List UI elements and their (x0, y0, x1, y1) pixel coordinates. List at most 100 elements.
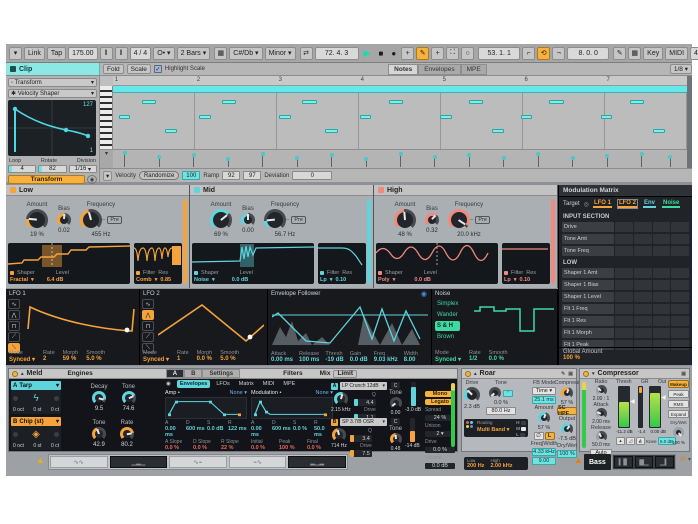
decay-knob[interactable] (92, 391, 106, 405)
mod-envelope-graph[interactable] (251, 397, 333, 419)
roll-scrollbar[interactable] (687, 76, 692, 168)
routing-select[interactable]: Multi Band ▾ (477, 427, 509, 433)
loop-start-field[interactable]: 53. 1. 1 (478, 47, 520, 60)
st-value[interactable]: 0 st (33, 407, 41, 413)
pre-button[interactable]: Pre (107, 216, 122, 224)
midi-note[interactable] (360, 115, 371, 119)
peak-button[interactable]: Peak (668, 390, 689, 398)
velocity-marker[interactable] (159, 157, 160, 167)
release-value[interactable]: 100 ms (299, 357, 319, 363)
midi-note[interactable] (222, 100, 236, 104)
velocity-shaper-xy-pad[interactable]: 127 1 (8, 100, 96, 156)
device-power-icon[interactable] (583, 371, 589, 377)
low-crossover-value[interactable]: 200 Hz (467, 463, 484, 469)
midi-note[interactable] (521, 115, 532, 119)
res-value[interactable]: 0.85 (160, 277, 171, 283)
filter-a-type-select[interactable]: LP Crunch 12dB▾ (340, 382, 387, 390)
compress-knob[interactable] (561, 387, 573, 399)
tempo-field[interactable]: 175.00 (68, 47, 97, 60)
engine-b-right-knob[interactable] (54, 432, 59, 437)
d-value[interactable]: 600 ms (272, 426, 291, 432)
level-value[interactable]: 0.0 dB (414, 277, 431, 283)
ruler-bar-number[interactable]: 5 (443, 77, 446, 83)
s-value[interactable]: 0.0 % (293, 426, 312, 432)
wrench-icon[interactable]: ✎ (561, 371, 565, 377)
ruler-bar-number[interactable]: 6 (525, 77, 528, 83)
scale-menu[interactable]: Minor ▾ (265, 47, 296, 60)
mix-b-level-fader[interactable] (410, 418, 415, 442)
matrix-cell[interactable] (634, 222, 652, 232)
chevron-down-icon[interactable]: ▾ (688, 456, 691, 463)
filter-a-q-field[interactable]: 4.4 (354, 399, 376, 406)
matrix-cell[interactable] (634, 328, 652, 338)
matrix-cell[interactable] (671, 234, 689, 244)
matrix-cell[interactable] (653, 292, 671, 302)
output-knob[interactable] (561, 423, 573, 435)
filter-on-toggle[interactable] (320, 271, 324, 275)
engine-b-bar[interactable]: BChip (st)▾ (11, 417, 61, 426)
ruler-bar-number[interactable]: 1 (115, 77, 118, 83)
matrix-cell[interactable] (653, 328, 671, 338)
device-thumbnail[interactable]: ∿∿ (50, 456, 108, 468)
pan-b-field[interactable]: C (391, 418, 400, 425)
midi-draw-icon[interactable]: ✎ (613, 47, 626, 60)
device-power-icon[interactable] (465, 371, 471, 377)
thresh-value[interactable]: -19 dB (325, 357, 343, 363)
global-amount-value[interactable]: 100 % (563, 355, 688, 361)
mix-b-tone-knob[interactable] (390, 433, 402, 445)
st-value[interactable]: 0 st (33, 443, 41, 449)
d-value[interactable]: 600 ms (186, 426, 205, 432)
rotate-value-field[interactable]: 82 (38, 165, 66, 173)
shaper-on-toggle[interactable] (10, 271, 14, 275)
keys-icon[interactable]: ▦ (214, 47, 227, 60)
meld-tab-a[interactable]: A (166, 369, 184, 378)
band-mid-header[interactable]: Mid (190, 185, 373, 196)
midi-note[interactable] (630, 100, 644, 104)
morph-value[interactable]: 59 % (63, 356, 79, 362)
matrix-row-label[interactable]: Shaper 1 Level (562, 292, 614, 302)
rate-knob[interactable] (120, 427, 134, 441)
midi-map-button[interactable]: MIDI (665, 47, 688, 60)
division-select[interactable]: 1/16 ▾ (69, 165, 97, 173)
threshold-meter[interactable] (618, 386, 630, 428)
smooth-value[interactable]: 0.0 % (489, 356, 508, 362)
filter-display[interactable]: FilterRes Comb▾0.85 (134, 243, 182, 284)
midi-note[interactable] (279, 115, 290, 119)
initial-value[interactable]: 0.0 % (251, 445, 277, 451)
ramp-up-wave-icon[interactable]: ⟋ (142, 332, 154, 342)
matrix-cell[interactable] (653, 316, 671, 326)
matrix-cell[interactable] (615, 328, 633, 338)
morph-value[interactable]: 0.0 % (197, 356, 213, 362)
clip-tab-notes[interactable]: Notes (388, 64, 418, 75)
noise-type-brown[interactable]: Brown (435, 332, 460, 342)
frequency-knob[interactable] (448, 209, 470, 231)
midi-note[interactable] (440, 115, 451, 119)
matrix-cell[interactable] (671, 280, 689, 290)
filter-type-select[interactable]: Lp (504, 277, 511, 283)
invert-icon[interactable]: ∅ (534, 432, 544, 440)
mode-select[interactable]: Synced ▾ (9, 356, 35, 363)
midi-note[interactable] (549, 100, 563, 104)
matrix-cell[interactable] (615, 268, 633, 278)
ruler-bar-number[interactable]: 4 (361, 77, 364, 83)
band-key-m[interactable]: M (516, 426, 526, 431)
shaper-type-select[interactable]: Poly (378, 277, 390, 283)
collapsed-view-icon[interactable]: ▴ (616, 437, 625, 445)
thresh-value[interactable]: -11.2 dB (616, 429, 633, 434)
smooth-value[interactable]: 5.0 % (220, 356, 239, 362)
shaper-display[interactable]: ShaperLevel Poly▾0.0 dB (376, 243, 498, 284)
mix-a-tone-knob[interactable] (390, 397, 402, 409)
matrix-cell[interactable] (634, 316, 652, 326)
lane-chooser-icon[interactable]: ▾ (103, 171, 112, 181)
bias-knob[interactable] (241, 213, 255, 227)
matrix-row-label[interactable]: Shaper 1 Bias (562, 280, 614, 290)
shaper-type-select[interactable]: Fractal (10, 277, 28, 283)
tone-knob[interactable] (122, 391, 136, 405)
output-meter[interactable] (649, 386, 661, 428)
matrix-row-label[interactable]: Flt 1 Res (562, 316, 614, 326)
limit-button[interactable]: Limit (333, 370, 357, 378)
sine-wave-icon[interactable]: ∿ (142, 299, 154, 309)
velocity-marker[interactable] (262, 154, 263, 168)
link-icon[interactable]: L (545, 432, 555, 440)
matrix-source-env[interactable]: Env (643, 200, 656, 208)
